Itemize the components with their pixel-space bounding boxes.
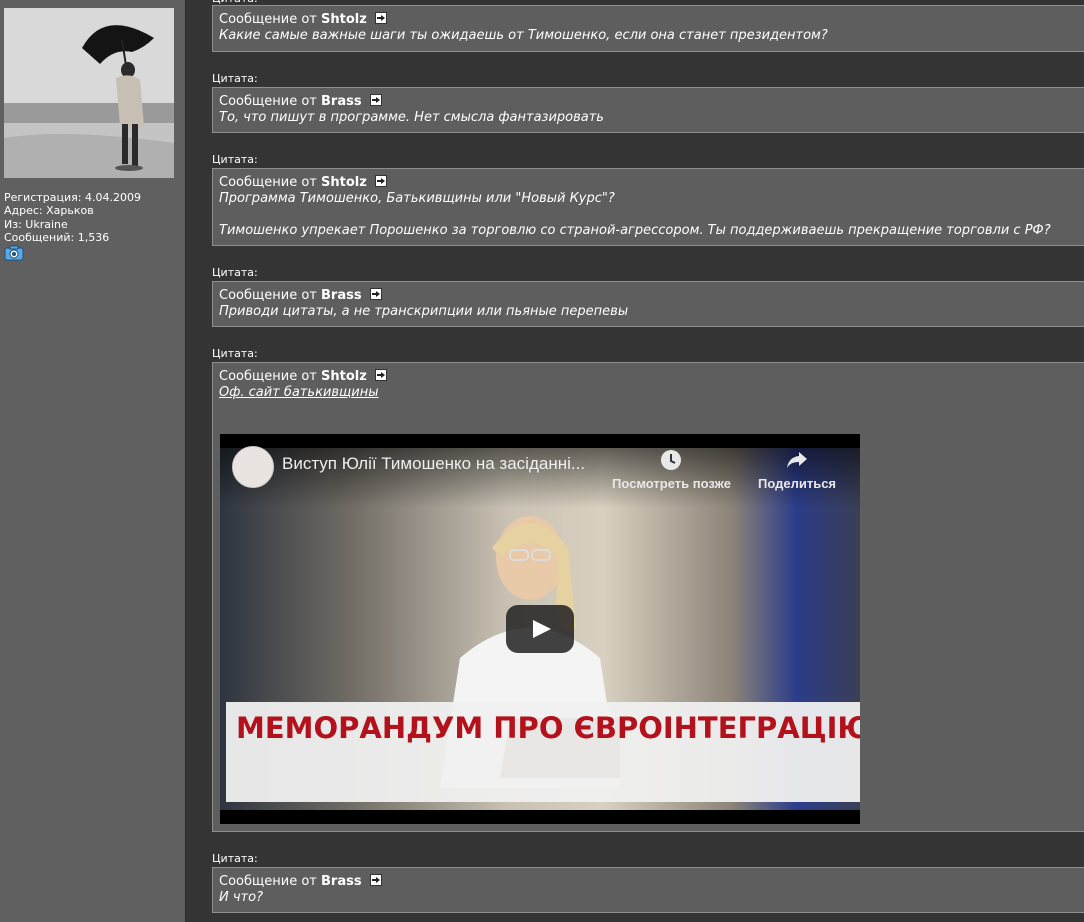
watch-later-button[interactable]: Посмотреть позже bbox=[612, 448, 731, 492]
quote-label: Цитата: bbox=[212, 153, 258, 166]
quote-header-prefix: Сообщение от bbox=[219, 369, 317, 384]
avatar-image bbox=[4, 8, 174, 178]
quote-label: Цитата: bbox=[212, 852, 258, 865]
video-title[interactable]: Виступ Юлії Тимошенко на засіданні... bbox=[282, 455, 585, 472]
quote-text: Тимошенко упрекает Порошенко за торговлю… bbox=[219, 223, 1051, 238]
channel-avatar[interactable] bbox=[232, 446, 274, 488]
quote-header: Сообщение от Brass bbox=[219, 288, 1084, 304]
camera-icon[interactable] bbox=[4, 245, 24, 261]
share-label: Поделиться bbox=[758, 476, 837, 491]
quote-author: Shtolz bbox=[321, 12, 367, 27]
youtube-embed[interactable]: Виступ Юлії Тимошенко на засіданні... По… bbox=[220, 434, 860, 824]
quote-header-prefix: Сообщение от bbox=[219, 12, 317, 27]
view-post-icon[interactable] bbox=[369, 874, 382, 886]
user-address: Адрес: Харьков bbox=[4, 204, 94, 218]
view-post-icon[interactable] bbox=[369, 288, 382, 300]
quote-box: Сообщение от Brass И что? bbox=[212, 867, 1084, 913]
quote-text: И что? bbox=[219, 890, 263, 905]
quote-box: Сообщение от Shtolz Какие самые важные ш… bbox=[212, 5, 1084, 52]
user-sidebar: Регистрация: 4.04.2009 Адрес: Харьков Из… bbox=[0, 0, 186, 922]
share-button[interactable]: Поделиться bbox=[758, 448, 836, 492]
quote-link-line: Оф. сайт батькивщины bbox=[219, 385, 1084, 401]
quote-header: Сообщение от Shtolz bbox=[219, 12, 1084, 28]
quote-box: Сообщение от Brass Приводи цитаты, а не … bbox=[212, 281, 1084, 327]
user-posts: Сообщений: 1,536 bbox=[4, 230, 110, 244]
view-post-icon[interactable] bbox=[374, 175, 387, 187]
quote-author: Shtolz bbox=[321, 175, 367, 190]
quote-header-prefix: Сообщение от bbox=[219, 288, 317, 303]
view-post-icon[interactable] bbox=[369, 94, 382, 106]
quote-header: Сообщение от Brass bbox=[219, 874, 1084, 890]
quote-text: То, что пишут в программе. Нет смысла фа… bbox=[219, 110, 604, 125]
quote-box: Сообщение от Shtolz Программа Тимошенко,… bbox=[212, 168, 1084, 246]
quote-author: Brass bbox=[321, 288, 362, 303]
quote-header: Сообщение от Brass bbox=[219, 94, 1084, 110]
quote-blank-line bbox=[219, 207, 1084, 223]
share-arrow-icon bbox=[787, 452, 808, 468]
user-info: Регистрация: 4.04.2009 Адрес: Харьков Из… bbox=[4, 191, 182, 261]
quote-header-prefix: Сообщение от bbox=[219, 94, 317, 109]
quote-author: Shtolz bbox=[321, 369, 367, 384]
video-banner: МЕМОРАНДУМ ПРО ЄВРОІНТЕГРАЦІЮ bbox=[226, 702, 860, 802]
quote-text: Какие самые важные шаги ты ожидаешь от Т… bbox=[219, 28, 828, 43]
watch-later-label: Посмотреть позже bbox=[612, 476, 731, 491]
quote-label: Цитата: bbox=[212, 72, 258, 85]
play-icon[interactable] bbox=[506, 605, 574, 653]
quote-text: Приводи цитаты, а не транскрипции или пь… bbox=[219, 304, 629, 319]
quote-header: Сообщение от Shtolz bbox=[219, 369, 1084, 385]
party-site-link[interactable]: Оф. сайт батькивщины bbox=[219, 385, 379, 400]
quote-author: Brass bbox=[321, 874, 362, 889]
quote-box: Сообщение от Brass То, что пишут в прогр… bbox=[212, 87, 1084, 133]
quote-header-prefix: Сообщение от bbox=[219, 175, 317, 190]
user-avatar[interactable] bbox=[4, 8, 174, 178]
quote-label: Цитата: bbox=[212, 266, 258, 279]
quote-text: Программа Тимошенко, Батькивщины или "Но… bbox=[219, 191, 615, 206]
quote-author: Brass bbox=[321, 94, 362, 109]
user-registration: Регистрация: 4.04.2009 bbox=[4, 191, 141, 204]
quote-header: Сообщение от Shtolz bbox=[219, 175, 1084, 191]
quote-box: Сообщение от Shtolz Оф. сайт батькивщины… bbox=[212, 362, 1084, 832]
view-post-icon[interactable] bbox=[374, 12, 387, 24]
user-from: Из: Ukraine bbox=[4, 217, 68, 231]
view-post-icon[interactable] bbox=[374, 369, 387, 381]
quote-header-prefix: Сообщение от bbox=[219, 874, 317, 889]
quote-label: Цитата: bbox=[212, 347, 258, 360]
video-banner-text: МЕМОРАНДУМ ПРО ЄВРОІНТЕГРАЦІЮ bbox=[236, 711, 860, 745]
clock-icon bbox=[661, 450, 682, 470]
